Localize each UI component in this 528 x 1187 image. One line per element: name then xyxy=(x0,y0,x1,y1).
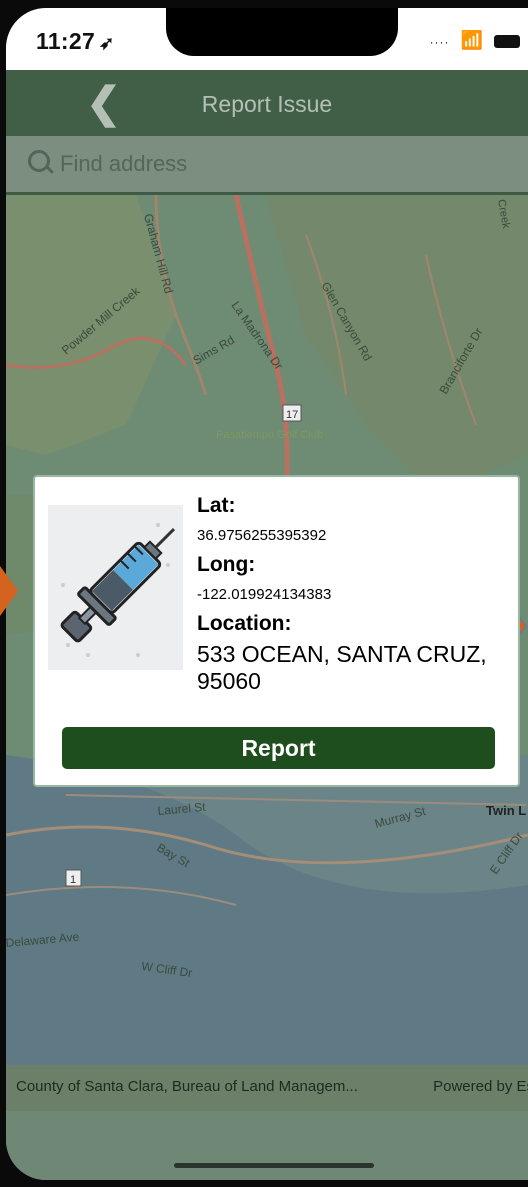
lat-label: Lat: xyxy=(197,494,236,517)
long-label: Long: xyxy=(197,553,256,576)
search-input[interactable] xyxy=(58,150,462,178)
battery-icon xyxy=(494,34,520,48)
status-bar: 11:27 ➶ ···· 📶 xyxy=(6,8,528,70)
long-value: -122.019924134383 xyxy=(197,586,332,603)
home-indicator[interactable] xyxy=(174,1163,374,1168)
search-bar xyxy=(6,136,528,195)
location-label: Location: xyxy=(197,612,292,635)
map-label: 17 xyxy=(286,409,298,421)
location-value: 533 OCEAN, SANTA CRUZ, 95060 xyxy=(197,641,487,694)
location-arrow-icon: ➶ xyxy=(99,33,115,53)
notch xyxy=(166,8,398,56)
map-label: 1 xyxy=(70,874,76,886)
map-label: Sims Rd xyxy=(191,333,237,368)
search-icon xyxy=(28,150,50,172)
report-popup: Lat: 36.9756255395392 Long: -122.0199241… xyxy=(33,475,520,787)
map-label: Pasatiempo Golf Club xyxy=(216,429,323,441)
status-icons: ···· 📶 xyxy=(424,30,520,51)
page-title: Report Issue xyxy=(201,91,333,117)
map-attribution: County of Santa Clara, Bureau of Land Ma… xyxy=(16,1078,358,1095)
bottom-area xyxy=(6,1111,528,1180)
report-button[interactable]: Report xyxy=(62,727,495,769)
map-label: Twin L xyxy=(486,803,526,818)
phone-frame: 11:27 ➶ ···· 📶 ❮ Report Issue Find addre… xyxy=(0,0,528,1187)
signal-icon: ···· xyxy=(429,35,450,49)
powered-by-link[interactable]: Powered by Es xyxy=(433,1078,528,1095)
status-time: 11:27 ➶ xyxy=(36,28,115,54)
lat-value: 36.9756255395392 xyxy=(197,527,327,544)
attribution-bar: County of Santa Clara, Bureau of Land Ma… xyxy=(6,1065,528,1111)
syringe-icon xyxy=(48,505,183,670)
popup-info: Lat: 36.9756255395392 Long: -122.0199241… xyxy=(197,493,507,695)
navigation-bar: ❮ Report Issue xyxy=(6,70,528,136)
wifi-icon: 📶 xyxy=(460,30,483,50)
map-label: La Madrona Dr xyxy=(229,299,286,373)
annotation-arrow-left-icon xyxy=(0,566,18,616)
